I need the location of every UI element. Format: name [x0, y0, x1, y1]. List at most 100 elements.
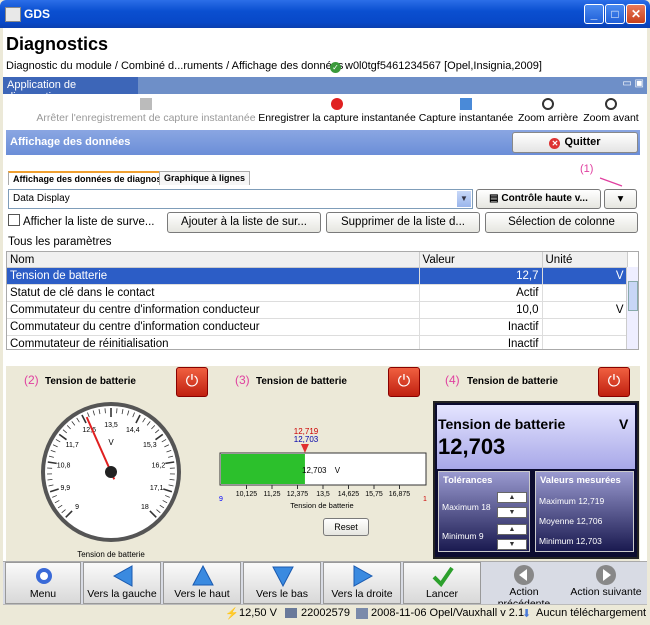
- zoom-in-button[interactable]: Zoom avant: [582, 98, 640, 128]
- tab-line-chart[interactable]: Graphique à lignes: [159, 171, 251, 185]
- snapshot-button[interactable]: Capture instantanée: [418, 98, 514, 128]
- control-icon: ▤: [489, 193, 502, 204]
- table-row[interactable]: Commutateur du centre d'information cond…: [7, 318, 628, 336]
- column-select-label: Sélection de colonne: [508, 216, 615, 228]
- cell-value: 12,7: [419, 267, 543, 285]
- scrollbar-thumb[interactable]: [628, 281, 638, 311]
- add-to-list-button[interactable]: Ajouter à la liste de sur...: [167, 212, 321, 233]
- up-label: Vers le haut: [174, 588, 230, 600]
- all-params-label: Tous les paramètres: [8, 236, 112, 248]
- menu-icon: [36, 568, 52, 584]
- arrow-down-icon: [272, 566, 294, 587]
- bar-end-left: 9: [219, 496, 223, 503]
- table-row[interactable]: Commutateur du centre d'information cond…: [7, 301, 628, 319]
- params-table: Nom Valeur Unité Tension de batterie 12,7…: [6, 251, 639, 350]
- window-titlebar: GDS _ □ ✕: [0, 0, 650, 28]
- table-row[interactable]: Commutateur de réinitialisation Inactif: [7, 335, 628, 349]
- down-button[interactable]: Vers le bas: [243, 562, 321, 604]
- zoom-in-icon: [605, 98, 617, 110]
- col-header-unit[interactable]: Unité: [542, 252, 628, 268]
- bar-pointer-icon: [300, 444, 309, 453]
- bar-current-marker: 12,703: [294, 435, 319, 444]
- stop-capture-button[interactable]: Arrêter l'enregistrement de capture inst…: [36, 98, 256, 128]
- measured-label: Valeurs mesurées: [540, 475, 621, 486]
- page-title: Diagnostics: [6, 34, 109, 54]
- max-down-button[interactable]: ▼: [497, 507, 527, 518]
- up-button[interactable]: Vers le haut: [163, 562, 241, 604]
- power-icon[interactable]: ⏻: [388, 367, 420, 397]
- bar-tick-label: 10,125: [236, 491, 258, 498]
- zoom-out-button[interactable]: Zoom arrière: [516, 98, 580, 128]
- record-capture-button[interactable]: Enregistrer la capture instantanée: [258, 98, 416, 128]
- dropdown-button[interactable]: ▾: [604, 189, 637, 209]
- menu-button[interactable]: Menu: [5, 562, 81, 604]
- next-action-button[interactable]: Action suivante: [567, 562, 645, 604]
- reset-button[interactable]: Reset: [323, 518, 369, 536]
- cell-name: Commutateur du centre d'information cond…: [7, 301, 420, 319]
- col-header-value[interactable]: Valeur: [419, 252, 543, 268]
- left-button[interactable]: Vers la gauche: [83, 562, 161, 604]
- maximize-button[interactable]: □: [605, 4, 625, 24]
- next-icon: [596, 565, 616, 585]
- cell-value: Actif: [419, 284, 543, 302]
- status-version: 2008-11-06 Opel/Vauxhall v 2.1: [371, 607, 525, 619]
- control-button[interactable]: ▤ Contrôle haute v...: [476, 189, 601, 209]
- power-icon[interactable]: ⏻: [176, 367, 208, 397]
- right-button[interactable]: Vers la droite: [323, 562, 401, 604]
- min-down-button[interactable]: ▼: [497, 539, 527, 550]
- tolerance-min: Minimum 9: [442, 531, 484, 541]
- cell-name: Tension de batterie: [7, 267, 420, 285]
- launch-button[interactable]: Lancer: [403, 562, 481, 604]
- marker-3: (3): [235, 373, 250, 387]
- bar-gauge: 12,719 12,703 12,703 V 10,125 11,25 12,375…: [219, 427, 427, 510]
- next-action-label: Action suivante: [570, 586, 642, 598]
- tab-window-controls[interactable]: ▭ ▣: [622, 78, 644, 89]
- cell-unit: [542, 284, 628, 302]
- minimize-button[interactable]: _: [584, 4, 604, 24]
- bar-tick-label: 14,625: [338, 491, 360, 498]
- gauge-bar-caption: Tension de batterie: [290, 501, 353, 510]
- col-header-name[interactable]: Nom: [7, 252, 420, 268]
- cell-value: Inactif: [419, 335, 543, 349]
- cell-name: Statut de clé dans le contact: [7, 284, 420, 302]
- quit-button[interactable]: ✕ Quitter: [512, 132, 638, 153]
- tab-application[interactable]: Application de diagnostics: [3, 77, 138, 103]
- show-watchlist-checkbox[interactable]: Afficher la liste de surve...: [8, 214, 154, 228]
- prev-action-button[interactable]: Action précédente: [482, 562, 566, 610]
- cell-value: Inactif: [419, 318, 543, 336]
- bar-tick-label: 13,5: [316, 491, 330, 498]
- measured-avg: Moyenne 12,706: [539, 516, 603, 526]
- close-button[interactable]: ✕: [626, 4, 646, 24]
- bar-tick-label: 11,25: [264, 491, 281, 498]
- min-up-button[interactable]: ▲: [497, 524, 527, 535]
- tab-diagnostic-data[interactable]: Affichage des données de diagnostic: [8, 171, 178, 185]
- column-select-button[interactable]: Sélection de colonne: [485, 212, 638, 233]
- cell-value: 10,0: [419, 301, 543, 319]
- section-title: Affichage des données: [10, 136, 131, 148]
- vehicle-info: ✓ w0l0tgf5461234567 [Opel,Insignia,2009]: [330, 60, 542, 73]
- status-download: Aucun téléchargement: [536, 607, 647, 619]
- menu-label: Menu: [29, 588, 57, 600]
- power-icon[interactable]: ⏻: [598, 367, 630, 397]
- cell-unit: V: [542, 267, 628, 285]
- max-up-button[interactable]: ▲: [497, 492, 527, 503]
- check-icon: ✓: [330, 62, 341, 73]
- remove-from-list-button[interactable]: Supprimer de la liste d...: [326, 212, 480, 233]
- gauge-analog-caption: Tension de batterie: [77, 550, 145, 559]
- status-bar: ⚡ 12,50 V 22002579 2008-11-06 Opel/Vauxh…: [3, 604, 647, 622]
- quit-label: Quitter: [564, 136, 601, 148]
- table-scrollbar[interactable]: [626, 267, 638, 349]
- checkbox-box[interactable]: [8, 214, 20, 226]
- digital-unit: V: [619, 416, 629, 432]
- table-row[interactable]: Statut de clé dans le contact Actif: [7, 284, 628, 302]
- right-label: Vers la droite: [331, 588, 393, 600]
- cell-unit: V: [542, 301, 628, 319]
- check-icon: [432, 566, 454, 587]
- gauge-tick-label: 14,4: [126, 427, 140, 434]
- display-select[interactable]: Data Display ▼: [8, 189, 473, 209]
- gauge-analog-title: Tension de batterie: [45, 376, 136, 387]
- table-row[interactable]: Tension de batterie 12,7 V: [7, 267, 628, 285]
- status-device: 22002579: [301, 607, 350, 619]
- camera-icon: [460, 98, 472, 110]
- gauge-tick-label: 9,9: [60, 485, 70, 492]
